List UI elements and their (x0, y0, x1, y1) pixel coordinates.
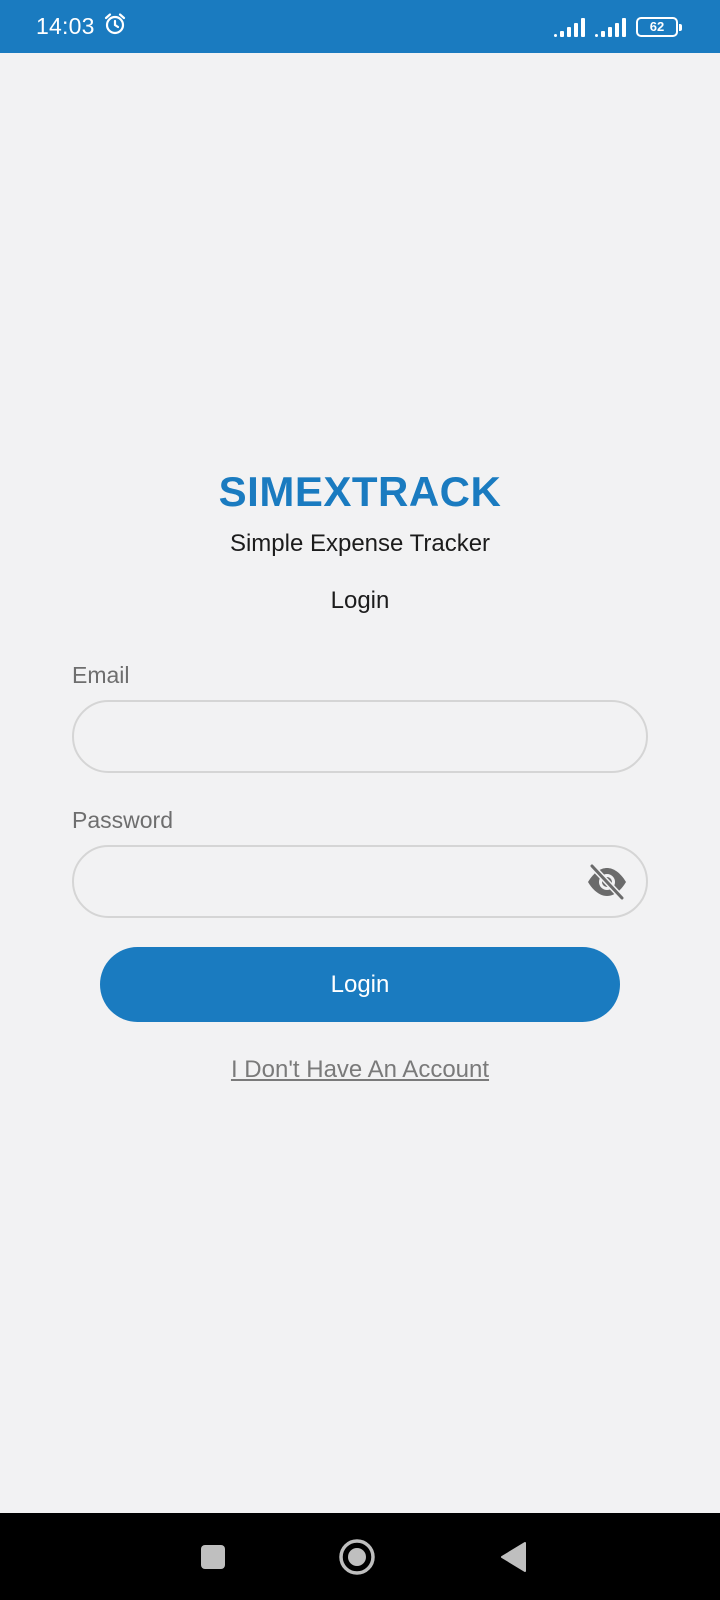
password-label: Password (72, 807, 173, 833)
password-field-container (72, 845, 648, 918)
status-right: 62 (554, 16, 682, 37)
status-left: 14:03 (36, 12, 127, 41)
app-title: SIMEXTRACK (218, 468, 502, 515)
no-account-link[interactable]: I Don't Have An Account (0, 1056, 720, 1084)
signal-icon (595, 17, 626, 37)
email-field[interactable] (74, 702, 646, 771)
status-bar: 14:03 62 (0, 0, 720, 53)
login-button[interactable]: Login (100, 947, 620, 1022)
navigation-bar (0, 1513, 720, 1600)
signal-icon (554, 17, 585, 37)
battery-icon: 62 (636, 16, 682, 37)
status-time: 14:03 (36, 13, 95, 39)
email-field-container (72, 700, 648, 773)
email-label: Email (72, 662, 130, 688)
password-field[interactable] (74, 847, 646, 916)
alarm-icon (103, 12, 127, 41)
app-tagline: Simple Expense Tracker (229, 530, 491, 557)
battery-level: 62 (649, 19, 665, 34)
eye-off-icon[interactable] (586, 864, 628, 900)
back-triangle-icon[interactable] (478, 1513, 548, 1600)
page-title: Login (330, 587, 390, 614)
home-circle-icon[interactable] (322, 1513, 392, 1600)
recents-square-icon[interactable] (178, 1513, 248, 1600)
